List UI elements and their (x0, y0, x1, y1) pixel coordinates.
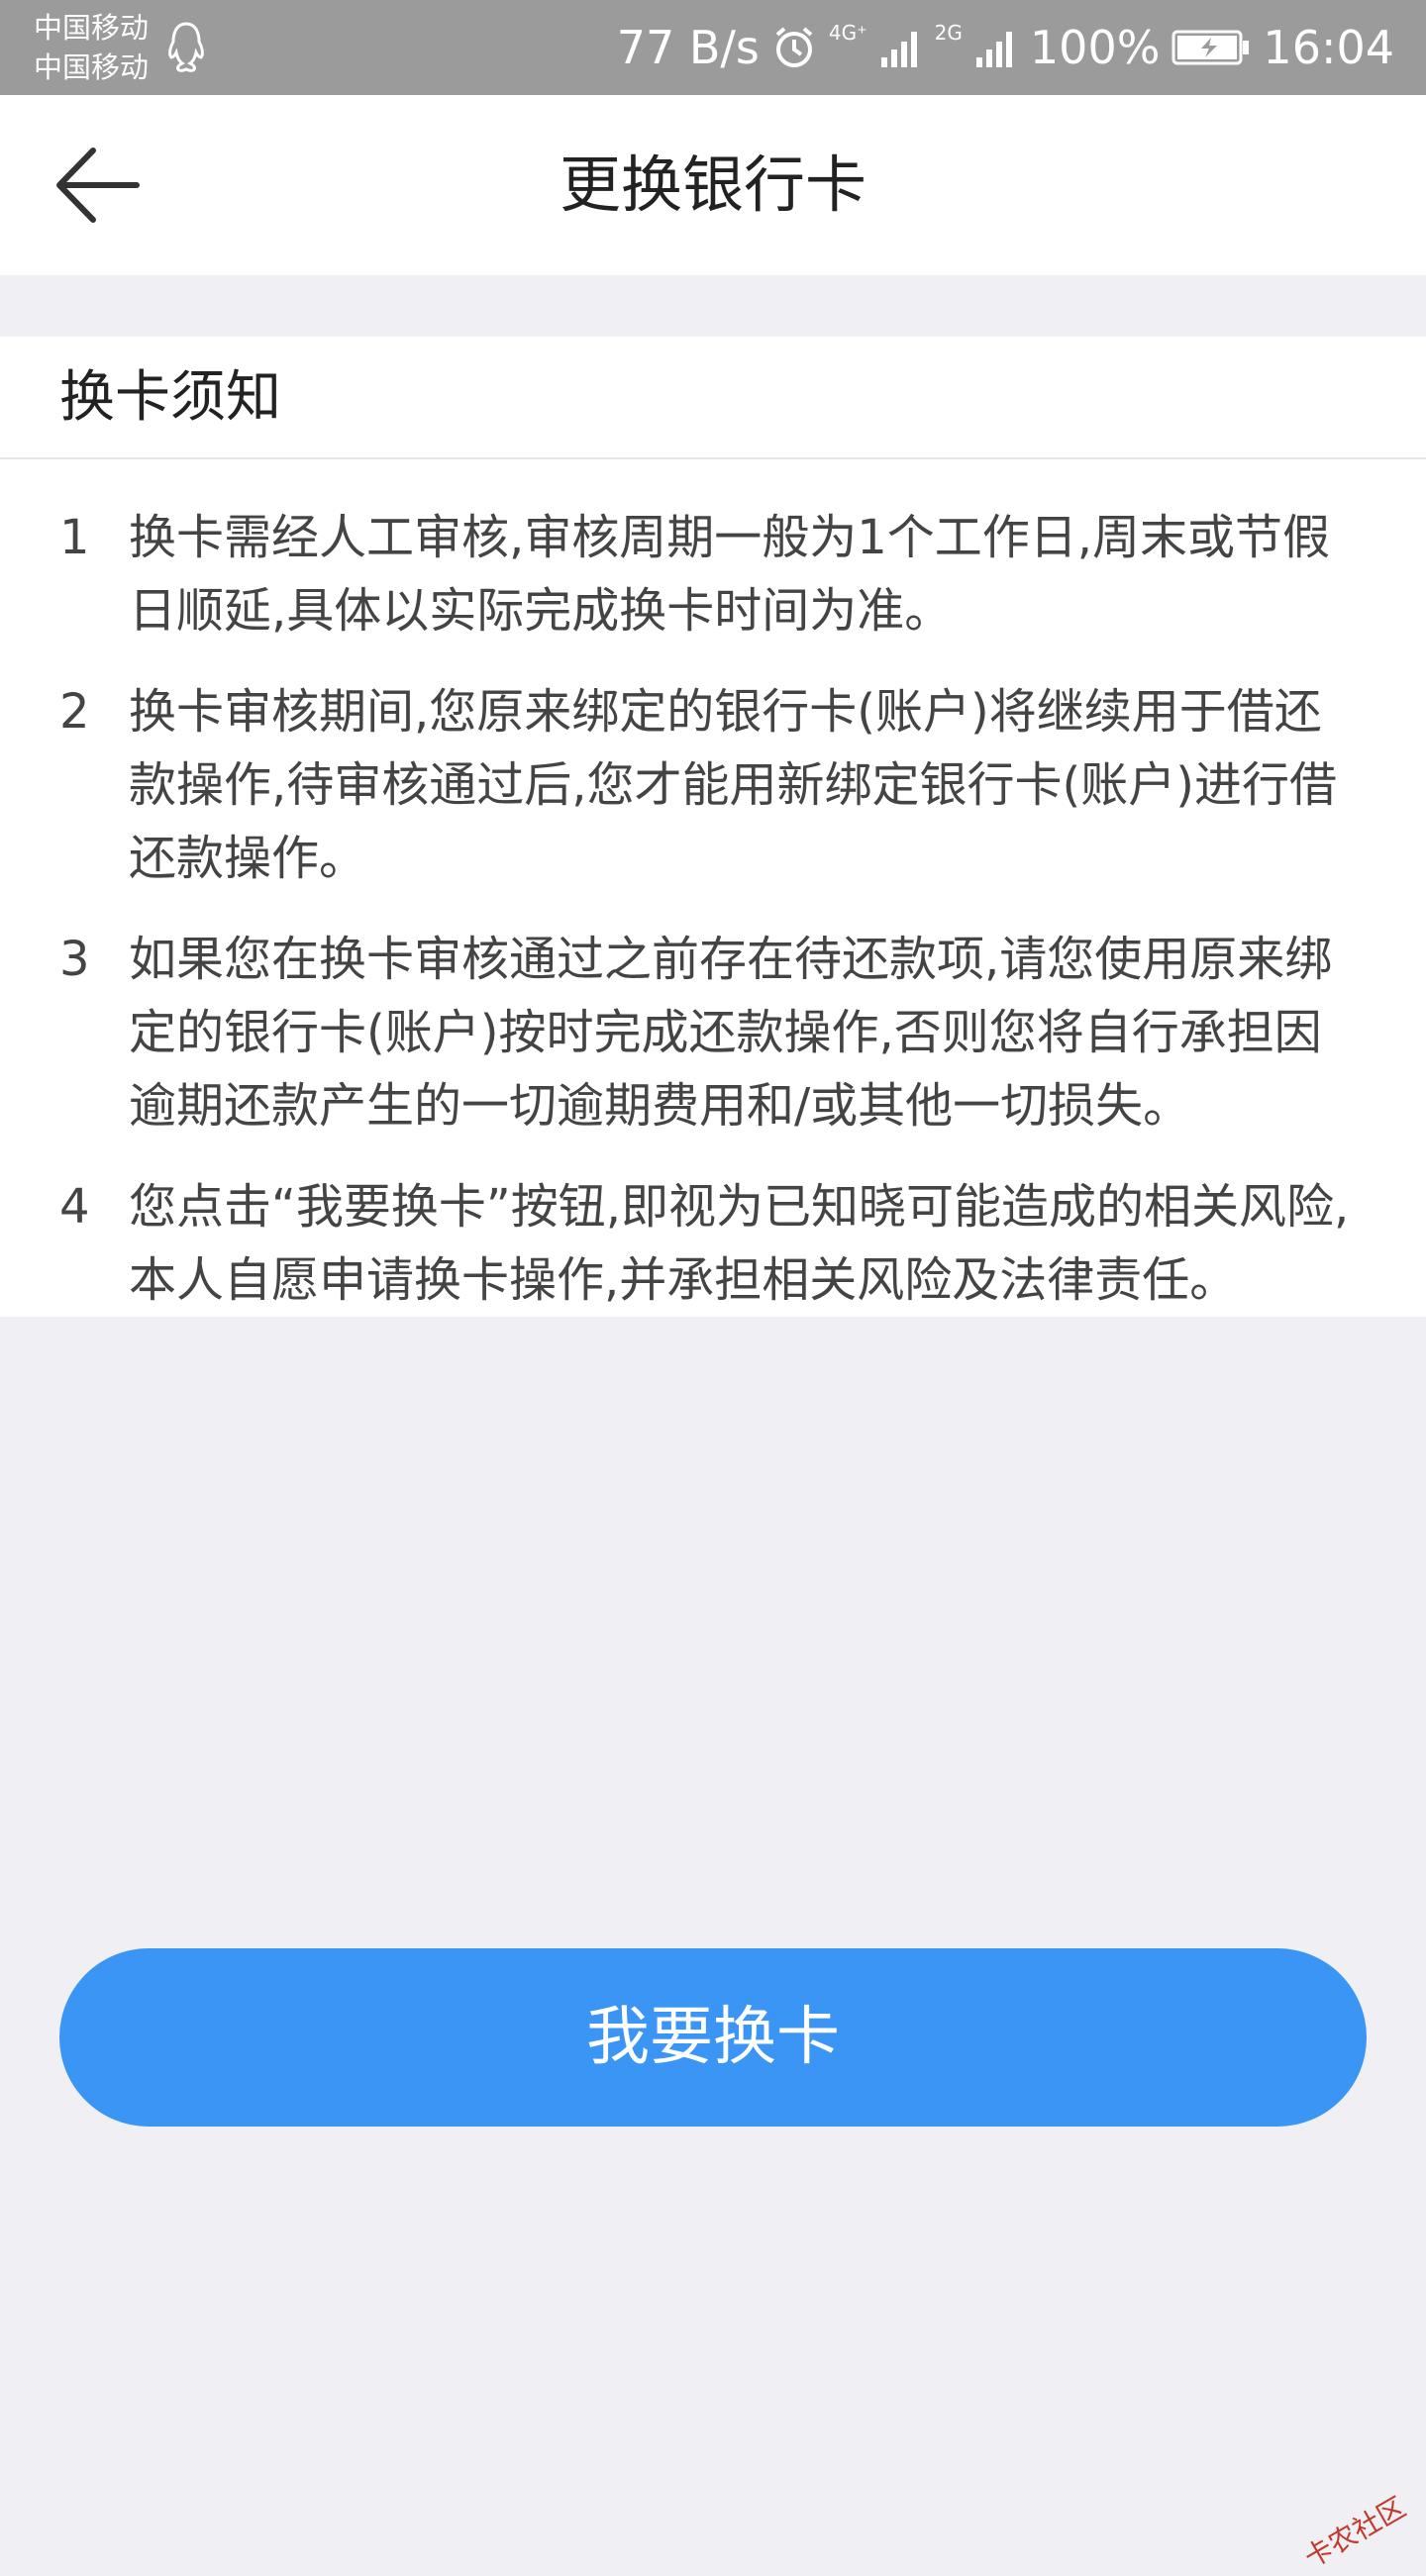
battery-charging-icon (1171, 28, 1251, 67)
carrier-2: 中国移动 (34, 48, 149, 87)
notice-item-text: 换卡需经人工审核,审核周期一般为1个工作日,周末或节假日顺延,具体以实际完成换卡… (129, 501, 1367, 647)
signal-icon (879, 26, 923, 69)
back-arrow-icon[interactable] (53, 145, 143, 226)
notice-card: 换卡须知 1 换卡需经人工审核,审核周期一般为1个工作日,周末或节假日顺延,具体… (0, 337, 1426, 1317)
battery-percent: 100% (1030, 21, 1161, 74)
network-type-1: 4G⁺ (829, 22, 867, 44)
carrier-1: 中国移动 (34, 8, 149, 48)
qq-icon (164, 20, 208, 75)
clock: 16:04 (1263, 21, 1394, 74)
status-indicators: 77 B/s 4G⁺ 2G 100% 16:04 (617, 0, 1394, 95)
status-bar: 中国移动 中国移动 77 B/s 4G⁺ 2G 100% (0, 0, 1426, 95)
notice-item: 3 如果您在换卡审核通过之前存在待还款项,请您使用原来绑定的银行卡(账户)按时完… (59, 923, 1367, 1142)
notice-item-number: 4 (59, 1170, 129, 1317)
notice-title: 换卡须知 (0, 337, 1426, 459)
notice-item: 2 换卡审核期间,您原来绑定的银行卡(账户)将继续用于借还款操作,待审核通过后,… (59, 675, 1367, 895)
notice-item: 1 换卡需经人工审核,审核周期一般为1个工作日,周末或节假日顺延,具体以实际完成… (59, 501, 1367, 647)
net-speed: 77 B/s (617, 21, 760, 74)
app-bar: 更换银行卡 (0, 95, 1426, 275)
notice-item-text: 如果您在换卡审核通过之前存在待还款项,请您使用原来绑定的银行卡(账户)按时完成还… (129, 923, 1367, 1142)
notice-item: 4 您点击“我要换卡”按钮,即视为已知晓可能造成的相关风险,本人自愿申请换卡操作… (59, 1170, 1367, 1317)
notice-item-text: 您点击“我要换卡”按钮,即视为已知晓可能造成的相关风险,本人自愿申请换卡操作,并… (129, 1170, 1367, 1317)
change-card-button[interactable]: 我要换卡 (59, 1948, 1367, 2127)
page-title: 更换银行卡 (0, 95, 1426, 275)
signal-icon (974, 26, 1018, 69)
alarm-icon (771, 25, 817, 70)
notice-item-number: 2 (59, 675, 129, 895)
network-type-2: 2G (935, 22, 963, 44)
notice-item-number: 3 (59, 923, 129, 1142)
watermark-logo: 卡农社区 (1296, 2486, 1412, 2576)
notice-item-number: 1 (59, 501, 129, 647)
notice-list: 1 换卡需经人工审核,审核周期一般为1个工作日,周末或节假日顺延,具体以实际完成… (0, 459, 1426, 1317)
notice-item-text: 换卡审核期间,您原来绑定的银行卡(账户)将继续用于借还款操作,待审核通过后,您才… (129, 675, 1367, 895)
carrier-labels: 中国移动 中国移动 (34, 8, 149, 87)
